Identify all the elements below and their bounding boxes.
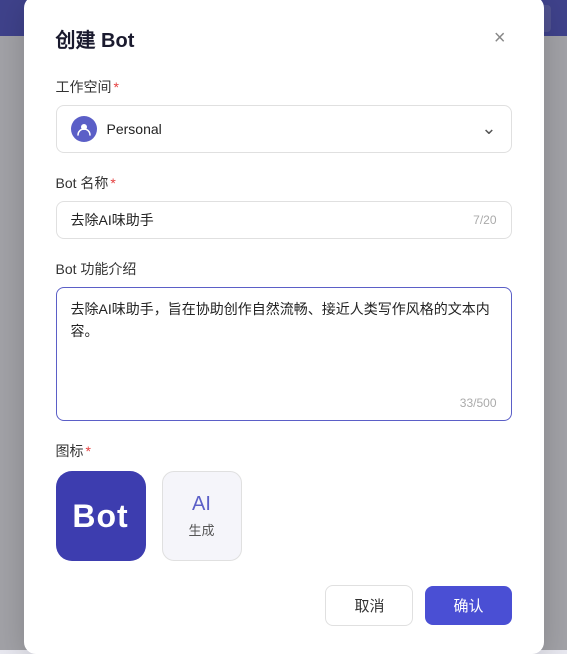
modal-overlay: 创建 Bot × 工作空间 * Personal	[0, 0, 567, 650]
bot-name-label: Bot 名称 *	[56, 173, 512, 193]
modal-footer: 取消 确认	[56, 585, 512, 626]
workspace-label: 工作空间 *	[56, 77, 512, 97]
confirm-button[interactable]: 确认	[425, 586, 511, 625]
workspace-left: Personal	[71, 116, 162, 142]
icon-field-group: 图标 * Bot AI 生成	[56, 441, 512, 561]
modal-header: 创建 Bot ×	[56, 24, 512, 53]
workspace-value: Personal	[107, 121, 162, 137]
icon-required-star: *	[86, 443, 91, 459]
create-bot-modal: 创建 Bot × 工作空间 * Personal	[24, 0, 544, 654]
chevron-down-icon: ⌄	[481, 118, 496, 139]
bot-desc-char-count: 33/500	[71, 396, 497, 410]
bot-name-input[interactable]	[71, 212, 474, 228]
modal-title: 创建 Bot	[56, 24, 135, 53]
bot-desc-textarea-wrapper: 33/500	[56, 287, 512, 422]
close-icon: ×	[494, 28, 506, 48]
close-button[interactable]: ×	[488, 26, 512, 50]
workspace-avatar-icon	[71, 116, 97, 142]
bot-desc-label: Bot 功能介绍	[56, 259, 512, 279]
icon-label: 图标 *	[56, 441, 512, 461]
cancel-button[interactable]: 取消	[325, 585, 413, 626]
bot-desc-textarea[interactable]	[71, 298, 497, 388]
icon-preview[interactable]: Bot	[56, 471, 146, 561]
workspace-field-group: 工作空间 * Personal ⌄	[56, 77, 512, 153]
icon-options: Bot AI 生成	[56, 471, 512, 561]
ai-icon: AI	[192, 493, 211, 516]
icon-preview-text: Bot	[72, 498, 128, 535]
workspace-select[interactable]: Personal ⌄	[56, 105, 512, 153]
bot-name-field-group: Bot 名称 * 7/20	[56, 173, 512, 239]
bot-name-required-star: *	[110, 175, 115, 191]
workspace-required-star: *	[114, 79, 119, 95]
bot-name-input-wrapper: 7/20	[56, 201, 512, 239]
icon-generate-button[interactable]: AI 生成	[162, 471, 242, 561]
generate-label: 生成	[188, 520, 214, 539]
bot-desc-field-group: Bot 功能介绍 33/500	[56, 259, 512, 422]
bot-name-char-count: 7/20	[473, 213, 496, 227]
